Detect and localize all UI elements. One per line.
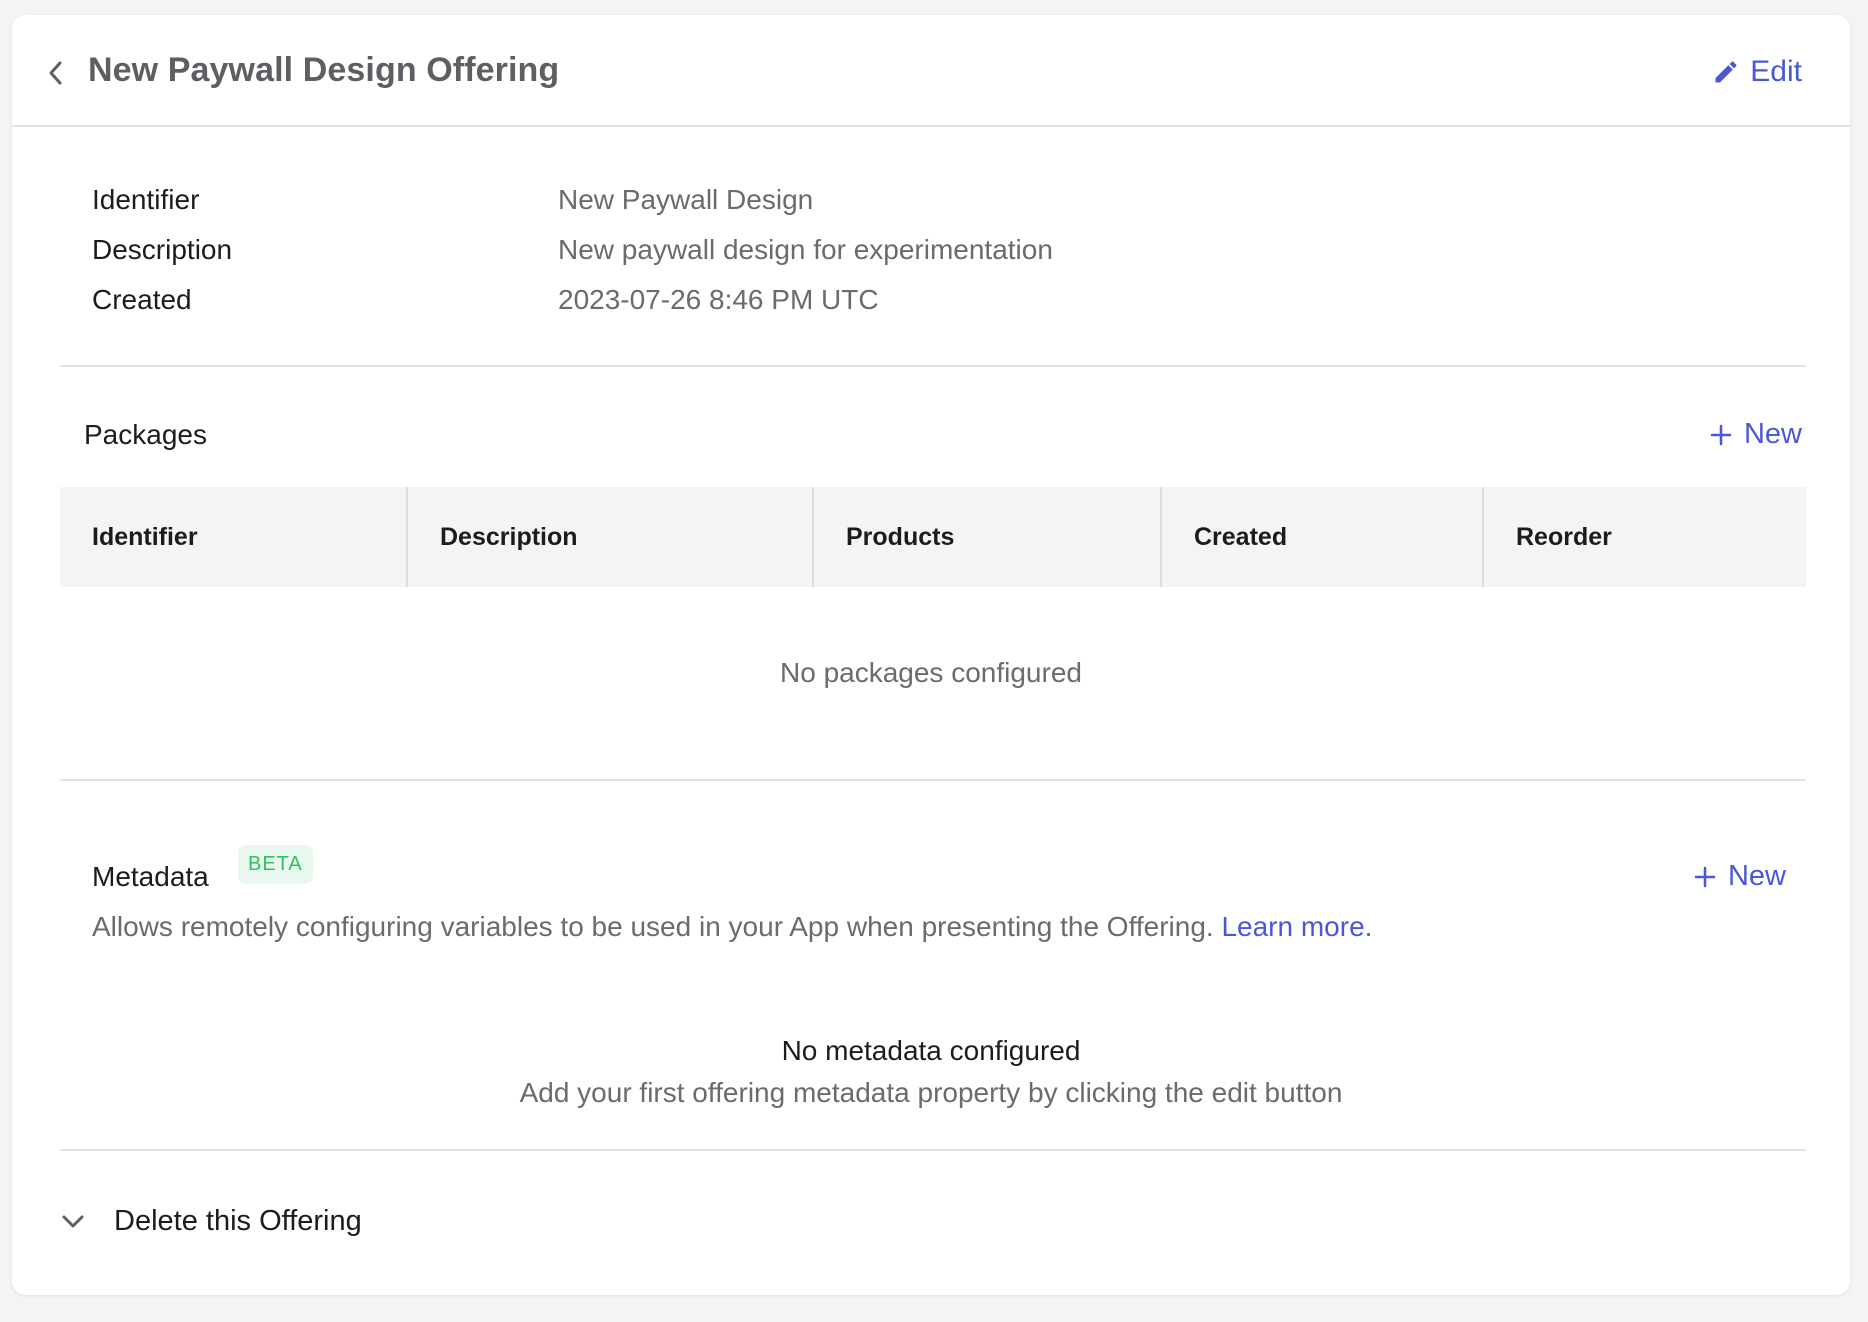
divider [60,365,1806,367]
divider [60,779,1806,781]
info-value: New Paywall Design [558,184,814,215]
info-label: Identifier [92,184,200,215]
offering-card: New Paywall Design Offering Edit Identif… [12,15,1850,1295]
column-header-description: Description [408,487,814,587]
plus-icon [1710,424,1732,445]
column-header-identifier: Identifier [60,487,408,587]
edit-button[interactable]: Edit [1712,55,1802,89]
delete-offering-toggle[interactable]: Delete this Offering [60,1205,362,1238]
new-package-label: New [1743,418,1802,450]
learn-more-link[interactable]: Learn more. [1221,911,1372,942]
chevron-down-icon [62,1215,84,1227]
info-label: Description [92,234,233,265]
edit-label: Edit [1750,55,1802,88]
metadata-title: Metadata [92,861,209,892]
beta-badge: BETA [238,845,313,884]
page-title: New Paywall Design Offering [88,51,560,89]
info-row-created: Created 2023-07-26 8:46 PM UTC [92,275,1592,325]
info-row-identifier: Identifier New Paywall Design [92,175,1592,225]
page-header: New Paywall Design Offering Edit [12,15,1850,127]
metadata-description: Allows remotely configuring variables to… [92,911,1372,943]
column-header-reorder: Reorder [1516,522,1612,551]
new-metadata-label: New [1727,860,1786,892]
packages-table-header: Identifier Description Products Created … [60,487,1806,587]
divider [60,1149,1806,1151]
metadata-description-text: Allows remotely configuring variables to… [92,911,1214,942]
delete-offering-label: Delete this Offering [114,1205,362,1237]
info-label: Created [92,284,192,315]
packages-title: Packages [84,419,207,450]
info-value: New paywall design for experimentation [558,234,1053,265]
back-button[interactable] [36,53,76,93]
metadata-empty-title: No metadata configured [781,1035,1081,1066]
info-row-description: Description New paywall design for exper… [92,225,1592,275]
plus-icon [1694,866,1716,887]
column-header-created: Created [1162,487,1484,587]
pencil-icon [1715,61,1737,83]
info-value: 2023-07-26 8:46 PM UTC [558,284,879,315]
packages-empty-state: No packages configured [780,657,1082,688]
metadata-empty-subtitle: Add your first offering metadata propert… [519,1077,1343,1108]
new-package-button[interactable]: New [1710,418,1802,451]
column-header-products: Products [814,487,1162,587]
chevron-left-icon [49,61,62,85]
offering-info: Identifier New Paywall Design Descriptio… [92,175,1592,325]
new-metadata-button[interactable]: New [1694,860,1786,893]
